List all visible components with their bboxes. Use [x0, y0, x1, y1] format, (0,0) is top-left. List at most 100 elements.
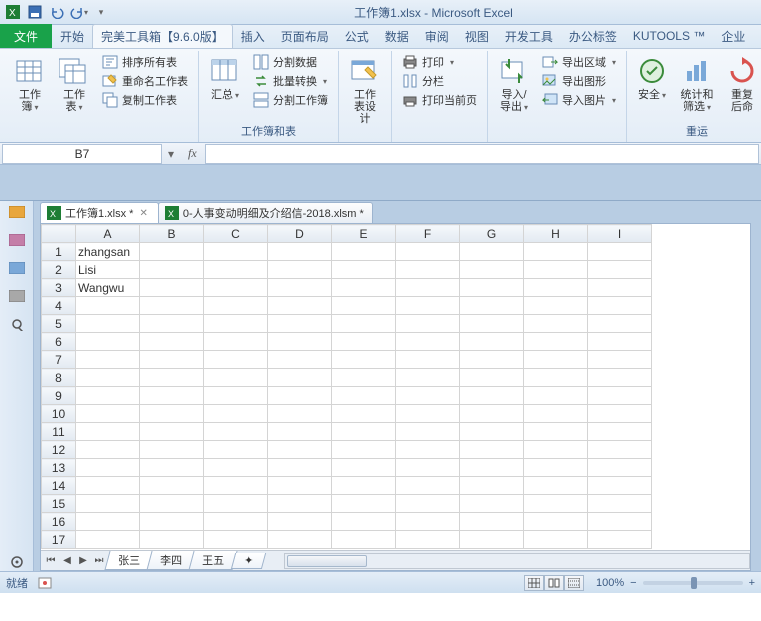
cell-G8[interactable] — [460, 369, 524, 387]
col-header-B[interactable]: B — [140, 225, 204, 243]
cell-A16[interactable] — [76, 513, 140, 531]
cell-C11[interactable] — [204, 423, 268, 441]
cell-F7[interactable] — [396, 351, 460, 369]
cell-D9[interactable] — [268, 387, 332, 405]
cell-F15[interactable] — [396, 495, 460, 513]
zoom-slider[interactable] — [643, 581, 743, 585]
row-header-14[interactable]: 14 — [42, 477, 76, 495]
export-graphic-button[interactable]: 导出图形 — [538, 72, 620, 90]
cell-B5[interactable] — [140, 315, 204, 333]
cell-I3[interactable] — [588, 279, 652, 297]
cell-F8[interactable] — [396, 369, 460, 387]
side-panel-tab1-icon[interactable] — [6, 203, 28, 221]
cell-D4[interactable] — [268, 297, 332, 315]
cell-F4[interactable] — [396, 297, 460, 315]
cell-E4[interactable] — [332, 297, 396, 315]
cell-G16[interactable] — [460, 513, 524, 531]
cell-F17[interactable] — [396, 531, 460, 549]
tab-developer[interactable]: 开发工具 — [497, 24, 561, 48]
file-tab[interactable]: 文件 — [0, 24, 52, 48]
cell-E11[interactable] — [332, 423, 396, 441]
cell-E1[interactable] — [332, 243, 396, 261]
workbook-tab-2[interactable]: X 0-人事变动明细及介绍信-2018.xlsm * — [158, 202, 373, 223]
tab-review[interactable]: 审阅 — [417, 24, 457, 48]
cell-G6[interactable] — [460, 333, 524, 351]
cell-G12[interactable] — [460, 441, 524, 459]
cell-C7[interactable] — [204, 351, 268, 369]
cell-E7[interactable] — [332, 351, 396, 369]
cell-B17[interactable] — [140, 531, 204, 549]
cell-E15[interactable] — [332, 495, 396, 513]
col-header-H[interactable]: H — [524, 225, 588, 243]
cell-H12[interactable] — [524, 441, 588, 459]
cell-B12[interactable] — [140, 441, 204, 459]
horizontal-scrollbar[interactable] — [284, 553, 750, 569]
sheet-nav-last-icon[interactable]: ⏭ — [91, 555, 107, 566]
cell-I16[interactable] — [588, 513, 652, 531]
formula-bar[interactable] — [205, 144, 759, 164]
tab-data[interactable]: 数据 — [377, 24, 417, 48]
cell-B1[interactable] — [140, 243, 204, 261]
cell-G4[interactable] — [460, 297, 524, 315]
cell-E6[interactable] — [332, 333, 396, 351]
cell-F13[interactable] — [396, 459, 460, 477]
print-current-button[interactable]: 打印当前页 — [398, 91, 481, 109]
cell-D6[interactable] — [268, 333, 332, 351]
cell-D15[interactable] — [268, 495, 332, 513]
cell-E14[interactable] — [332, 477, 396, 495]
cell-G11[interactable] — [460, 423, 524, 441]
cell-G14[interactable] — [460, 477, 524, 495]
zoom-out-icon[interactable]: − — [630, 577, 636, 589]
tab-insert[interactable]: 插入 — [233, 24, 273, 48]
zoom-in-icon[interactable]: + — [749, 577, 755, 589]
row-header-16[interactable]: 16 — [42, 513, 76, 531]
tab-home[interactable]: 开始 — [52, 24, 92, 48]
cell-H6[interactable] — [524, 333, 588, 351]
select-all-corner[interactable] — [42, 225, 76, 243]
split-workbook-button[interactable]: 分割工作簿 — [249, 91, 332, 109]
row-header-6[interactable]: 6 — [42, 333, 76, 351]
sheet-nav-next-icon[interactable]: ▶ — [75, 555, 91, 566]
split-data-button[interactable]: 分割数据 — [249, 53, 332, 71]
cell-D3[interactable] — [268, 279, 332, 297]
cell-C12[interactable] — [204, 441, 268, 459]
cell-F10[interactable] — [396, 405, 460, 423]
side-panel-settings-icon[interactable] — [6, 553, 28, 571]
cell-C6[interactable] — [204, 333, 268, 351]
cell-I9[interactable] — [588, 387, 652, 405]
cell-F2[interactable] — [396, 261, 460, 279]
cell-C5[interactable] — [204, 315, 268, 333]
tab-pagelayout[interactable]: 页面布局 — [273, 24, 337, 48]
cell-H5[interactable] — [524, 315, 588, 333]
cell-I12[interactable] — [588, 441, 652, 459]
cell-B13[interactable] — [140, 459, 204, 477]
cell-I4[interactable] — [588, 297, 652, 315]
col-header-F[interactable]: F — [396, 225, 460, 243]
cell-B14[interactable] — [140, 477, 204, 495]
cell-A17[interactable] — [76, 531, 140, 549]
cell-C17[interactable] — [204, 531, 268, 549]
cell-A1[interactable]: zhangsan — [76, 243, 140, 261]
import-export-button[interactable]: 导入/导出 — [494, 53, 534, 116]
cell-H15[interactable] — [524, 495, 588, 513]
spreadsheet-grid[interactable]: ABCDEFGHI1zhangsan2Lisi3Wangwu4567891011… — [41, 224, 750, 550]
sheet-tab-new[interactable]: ✦ — [231, 553, 267, 569]
row-header-1[interactable]: 1 — [42, 243, 76, 261]
cell-E10[interactable] — [332, 405, 396, 423]
rerun-button[interactable]: 重复后命 — [723, 53, 761, 115]
cell-E2[interactable] — [332, 261, 396, 279]
worksheet-button[interactable]: 工作表 — [54, 53, 94, 116]
view-page-layout-icon[interactable] — [544, 575, 564, 591]
cell-B11[interactable] — [140, 423, 204, 441]
row-header-8[interactable]: 8 — [42, 369, 76, 387]
cell-C1[interactable] — [204, 243, 268, 261]
scrollbar-thumb[interactable] — [287, 555, 367, 567]
side-panel-find-icon[interactable] — [6, 315, 28, 333]
cell-B9[interactable] — [140, 387, 204, 405]
cell-H9[interactable] — [524, 387, 588, 405]
fx-icon[interactable]: fx — [180, 146, 205, 161]
tab-formulas[interactable]: 公式 — [337, 24, 377, 48]
cell-F16[interactable] — [396, 513, 460, 531]
cell-H2[interactable] — [524, 261, 588, 279]
row-header-4[interactable]: 4 — [42, 297, 76, 315]
